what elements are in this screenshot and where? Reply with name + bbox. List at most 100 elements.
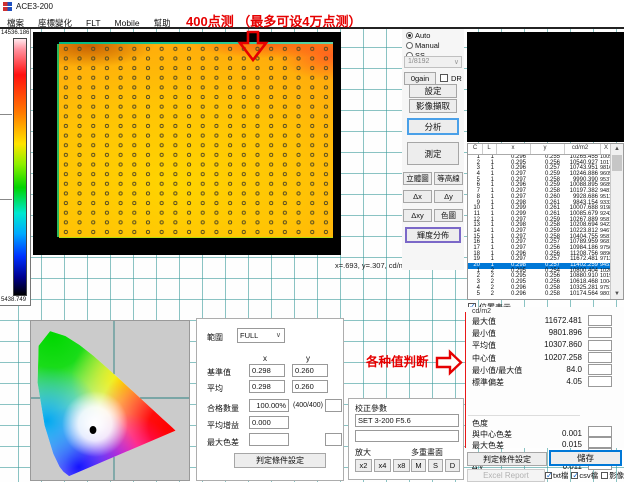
luminance-section-header: cd/m2	[472, 308, 491, 315]
checkbox-label: csv檔	[579, 471, 598, 480]
radio-circle[interactable]	[406, 32, 413, 39]
annotation-value-judge: 各种值判断	[366, 351, 429, 370]
average-x-field[interactable]: 0.298	[249, 380, 285, 393]
colorbar-min-label: 5438.749	[1, 297, 26, 303]
checkbox-box[interactable]	[571, 472, 578, 479]
range-label: 範圍	[207, 332, 223, 343]
stat-field[interactable]	[588, 364, 612, 375]
table-cell: 10174.564	[562, 292, 598, 298]
stat-field[interactable]	[588, 437, 612, 448]
delta-xy-button[interactable]: Δxy	[403, 209, 432, 222]
annotation-right-arrow	[434, 349, 464, 376]
scroll-up-icon[interactable]: ▲	[611, 144, 623, 154]
judgment-condition-button-mid[interactable]: 判定條件設定	[234, 453, 326, 468]
multi-button-S[interactable]: S	[428, 459, 443, 472]
maxdiff-mini-field[interactable]	[325, 433, 342, 446]
capture-control-panel: AutoManualSS 1/8192 ∨ 0gain DR 設定 影像擷取 分…	[402, 29, 464, 270]
cie-chromaticity-diagram	[31, 321, 189, 480]
average-y-field[interactable]: 0.260	[292, 380, 328, 393]
zoom-button-x8[interactable]: x8	[393, 459, 410, 472]
save-check-2[interactable]: 影像檔	[601, 471, 624, 480]
settings-button[interactable]: 設定	[409, 84, 457, 98]
calibration-title: 校正參數	[355, 403, 387, 414]
save-check-0[interactable]: txt檔	[545, 471, 568, 480]
statistics-panel: cd/m2 最大值11672.481最小值9801.896平均值10307.86…	[466, 307, 624, 448]
radio-label: Manual	[415, 41, 440, 50]
radio-circle[interactable]	[406, 42, 413, 49]
calibration-param-field[interactable]: SET 3-200 F5.6	[355, 414, 459, 427]
header-divider	[482, 144, 483, 154]
max-color-diff-field[interactable]	[249, 433, 289, 446]
reference-y-field[interactable]: 0.260	[292, 364, 328, 377]
delta-y-button[interactable]: Δy	[434, 190, 463, 203]
contour-button[interactable]: 等高線	[434, 172, 463, 185]
image-capture-button[interactable]: 影像擷取	[409, 99, 457, 113]
white-point-marker	[90, 426, 97, 434]
stat-field[interactable]	[588, 426, 612, 437]
checkbox-box[interactable]	[545, 472, 552, 479]
colorbar-tick	[0, 114, 12, 115]
radio-manual[interactable]: Manual	[406, 41, 440, 50]
stat-field[interactable]	[588, 327, 612, 338]
range-panel: 範圍 FULL ∨ x y 基準值 0.298 0.260 平均 0.298 0…	[196, 318, 344, 481]
camera-preview	[467, 32, 624, 142]
range-select[interactable]: FULL ∨	[237, 328, 285, 343]
delta-x-button[interactable]: Δx	[403, 190, 432, 203]
scrollbar-thumb[interactable]	[612, 155, 622, 171]
stat-value: 11672.481	[472, 316, 582, 325]
measurement-table: CLxycd/m2X 110.2960.25510265.45510098210…	[467, 143, 624, 300]
table-body[interactable]: 110.2960.25510265.45510098210.2950.25610…	[468, 155, 611, 298]
color-map-button[interactable]: 色圖	[434, 209, 463, 222]
stat-value: 10207.258	[472, 353, 582, 362]
dr-checkbox[interactable]: DR	[440, 74, 462, 83]
average-gain-field[interactable]: 0.000	[249, 416, 289, 429]
annotation-down-arrow	[236, 30, 270, 64]
zoom-label: 放大	[355, 447, 371, 458]
header-divider	[530, 144, 531, 154]
header-divider	[496, 144, 497, 154]
save-check-1[interactable]: csv檔	[571, 471, 598, 480]
annotation-point-count: 400点测 （最多可设4万点测）	[186, 11, 362, 30]
stereo-map-button[interactable]: 立體圖	[403, 172, 432, 185]
judgment-condition-button[interactable]: 判定條件設定	[467, 452, 547, 466]
stat-value: 10307.860	[472, 340, 582, 349]
colorbar-max-label: 14536.186	[1, 30, 29, 36]
zoom-button-x4[interactable]: x4	[374, 459, 391, 472]
heatmap-bottom-edge	[59, 237, 333, 238]
divider	[468, 415, 580, 416]
heatmap-canvas[interactable]	[59, 44, 333, 237]
dr-checkbox-box[interactable]	[440, 74, 448, 82]
save-button[interactable]: 儲存	[549, 450, 622, 466]
table-header-L: L	[477, 145, 501, 151]
calibration-panel: 校正參數 SET 3-200 F5.6 放大 多重畫面 x2x4x8 MSD	[348, 398, 464, 480]
colorbar-gradient	[13, 38, 27, 296]
calibration-param-field-2[interactable]	[355, 430, 459, 442]
radio-auto[interactable]: Auto	[406, 31, 430, 40]
stat-field[interactable]	[588, 340, 612, 351]
table-cell: 0.296	[496, 292, 526, 298]
analyze-button[interactable]: 分析	[407, 118, 459, 135]
reference-x-field[interactable]: 0.298	[249, 364, 285, 377]
heatmap-panel[interactable]	[33, 32, 341, 255]
exposure-value: 1/8192	[408, 58, 429, 65]
scroll-down-icon[interactable]: ▼	[611, 289, 623, 299]
zoom-button-x2[interactable]: x2	[355, 459, 372, 472]
colorbar-tick	[0, 199, 12, 200]
stat-field[interactable]	[588, 352, 612, 363]
max-color-diff-label: 最大色差	[207, 437, 239, 448]
measure-button[interactable]: 測定	[407, 142, 459, 165]
checkbox-box[interactable]	[601, 472, 608, 479]
header-divider	[600, 144, 601, 154]
luminance-distribution-button[interactable]: 輝度分佈	[405, 227, 461, 243]
multi-button-D[interactable]: D	[445, 459, 460, 472]
table-scrollbar[interactable]: ▲ ▼	[610, 144, 623, 299]
column-y-label: y	[306, 354, 310, 363]
stat-field[interactable]	[588, 315, 612, 326]
table-row[interactable]: 520.2960.25810174.5649801	[468, 292, 611, 298]
pass-mini-field[interactable]	[325, 399, 342, 412]
app-icon	[3, 2, 12, 11]
multi-button-M[interactable]: M	[411, 459, 426, 472]
checkbox-label: txt檔	[553, 471, 568, 480]
exposure-select[interactable]: 1/8192 ∨	[404, 56, 462, 68]
stat-field[interactable]	[588, 376, 612, 387]
